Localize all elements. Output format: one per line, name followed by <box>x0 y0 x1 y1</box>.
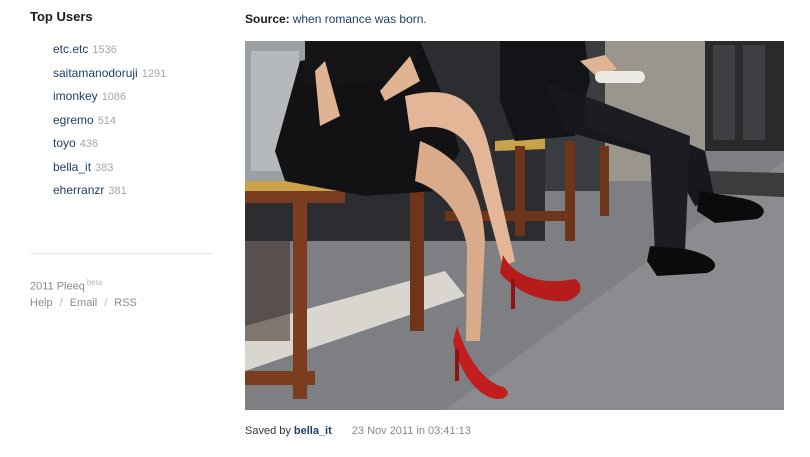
photo-caption: Saved by bella_it 23 Nov 2011 in 03:41:13 <box>245 425 471 437</box>
user-link[interactable]: bella_it <box>53 160 91 174</box>
user-count: 514 <box>97 114 117 127</box>
top-user-item: eherranzr 381 <box>53 179 212 203</box>
user-link[interactable]: etc.etc <box>53 42 88 56</box>
user-link[interactable]: eherranzr <box>53 183 104 197</box>
user-count: 1536 <box>92 44 117 56</box>
user-link[interactable]: saitamanodoruji <box>53 66 138 80</box>
user-link[interactable]: toyo <box>53 136 76 150</box>
main-photo[interactable] <box>245 41 784 410</box>
page: Top Users etc.etc 1536 saitamanodoruji 129… <box>0 0 810 457</box>
photo-illustration <box>245 41 784 410</box>
user-count: 383 <box>95 161 114 174</box>
saved-by-user-link[interactable]: bella_it <box>294 425 332 437</box>
footer-links: Help / Email / RSS <box>30 297 137 309</box>
help-link[interactable]: Help <box>30 297 53 309</box>
top-user-item: toyo 436 <box>53 132 212 156</box>
copyright: 2011 Pleeq beta <box>30 278 102 293</box>
top-user-item: bella_it 383 <box>53 156 212 180</box>
sidebar: Top Users etc.etc 1536 saitamanodoruji 129… <box>30 8 212 309</box>
top-users-heading: Top Users <box>30 9 93 24</box>
user-link[interactable]: imonkey <box>53 89 98 103</box>
rss-link[interactable]: RSS <box>114 297 137 309</box>
link-separator: / <box>104 297 108 309</box>
source-link[interactable]: when romance was born. <box>293 12 427 26</box>
saved-by-label: Saved by <box>245 425 291 437</box>
beta-badge: beta <box>86 278 103 287</box>
top-users-list: etc.etc 1536 saitamanodoruji 1291 imonkey 1… <box>53 38 212 203</box>
top-user-item: etc.etc 1536 <box>53 38 212 62</box>
user-count: 381 <box>108 185 127 197</box>
email-link[interactable]: Email <box>70 297 98 309</box>
top-user-item: saitamanodoruji 1291 <box>53 62 212 86</box>
copyright-text: 2011 Pleeq <box>30 280 85 293</box>
saved-timestamp: 23 Nov 2011 in 03:41:13 <box>351 425 471 437</box>
user-link[interactable]: egremo <box>53 113 94 127</box>
sidebar-divider <box>30 253 212 254</box>
source-line: Source: when romance was born. <box>245 12 427 26</box>
top-user-item: egremo 514 <box>53 109 212 133</box>
user-count: 1086 <box>101 91 127 103</box>
link-separator: / <box>59 297 63 309</box>
top-user-item: imonkey 1086 <box>53 85 212 109</box>
source-label: Source: <box>245 12 290 26</box>
user-count: 1291 <box>141 67 167 80</box>
user-count: 436 <box>79 138 99 150</box>
